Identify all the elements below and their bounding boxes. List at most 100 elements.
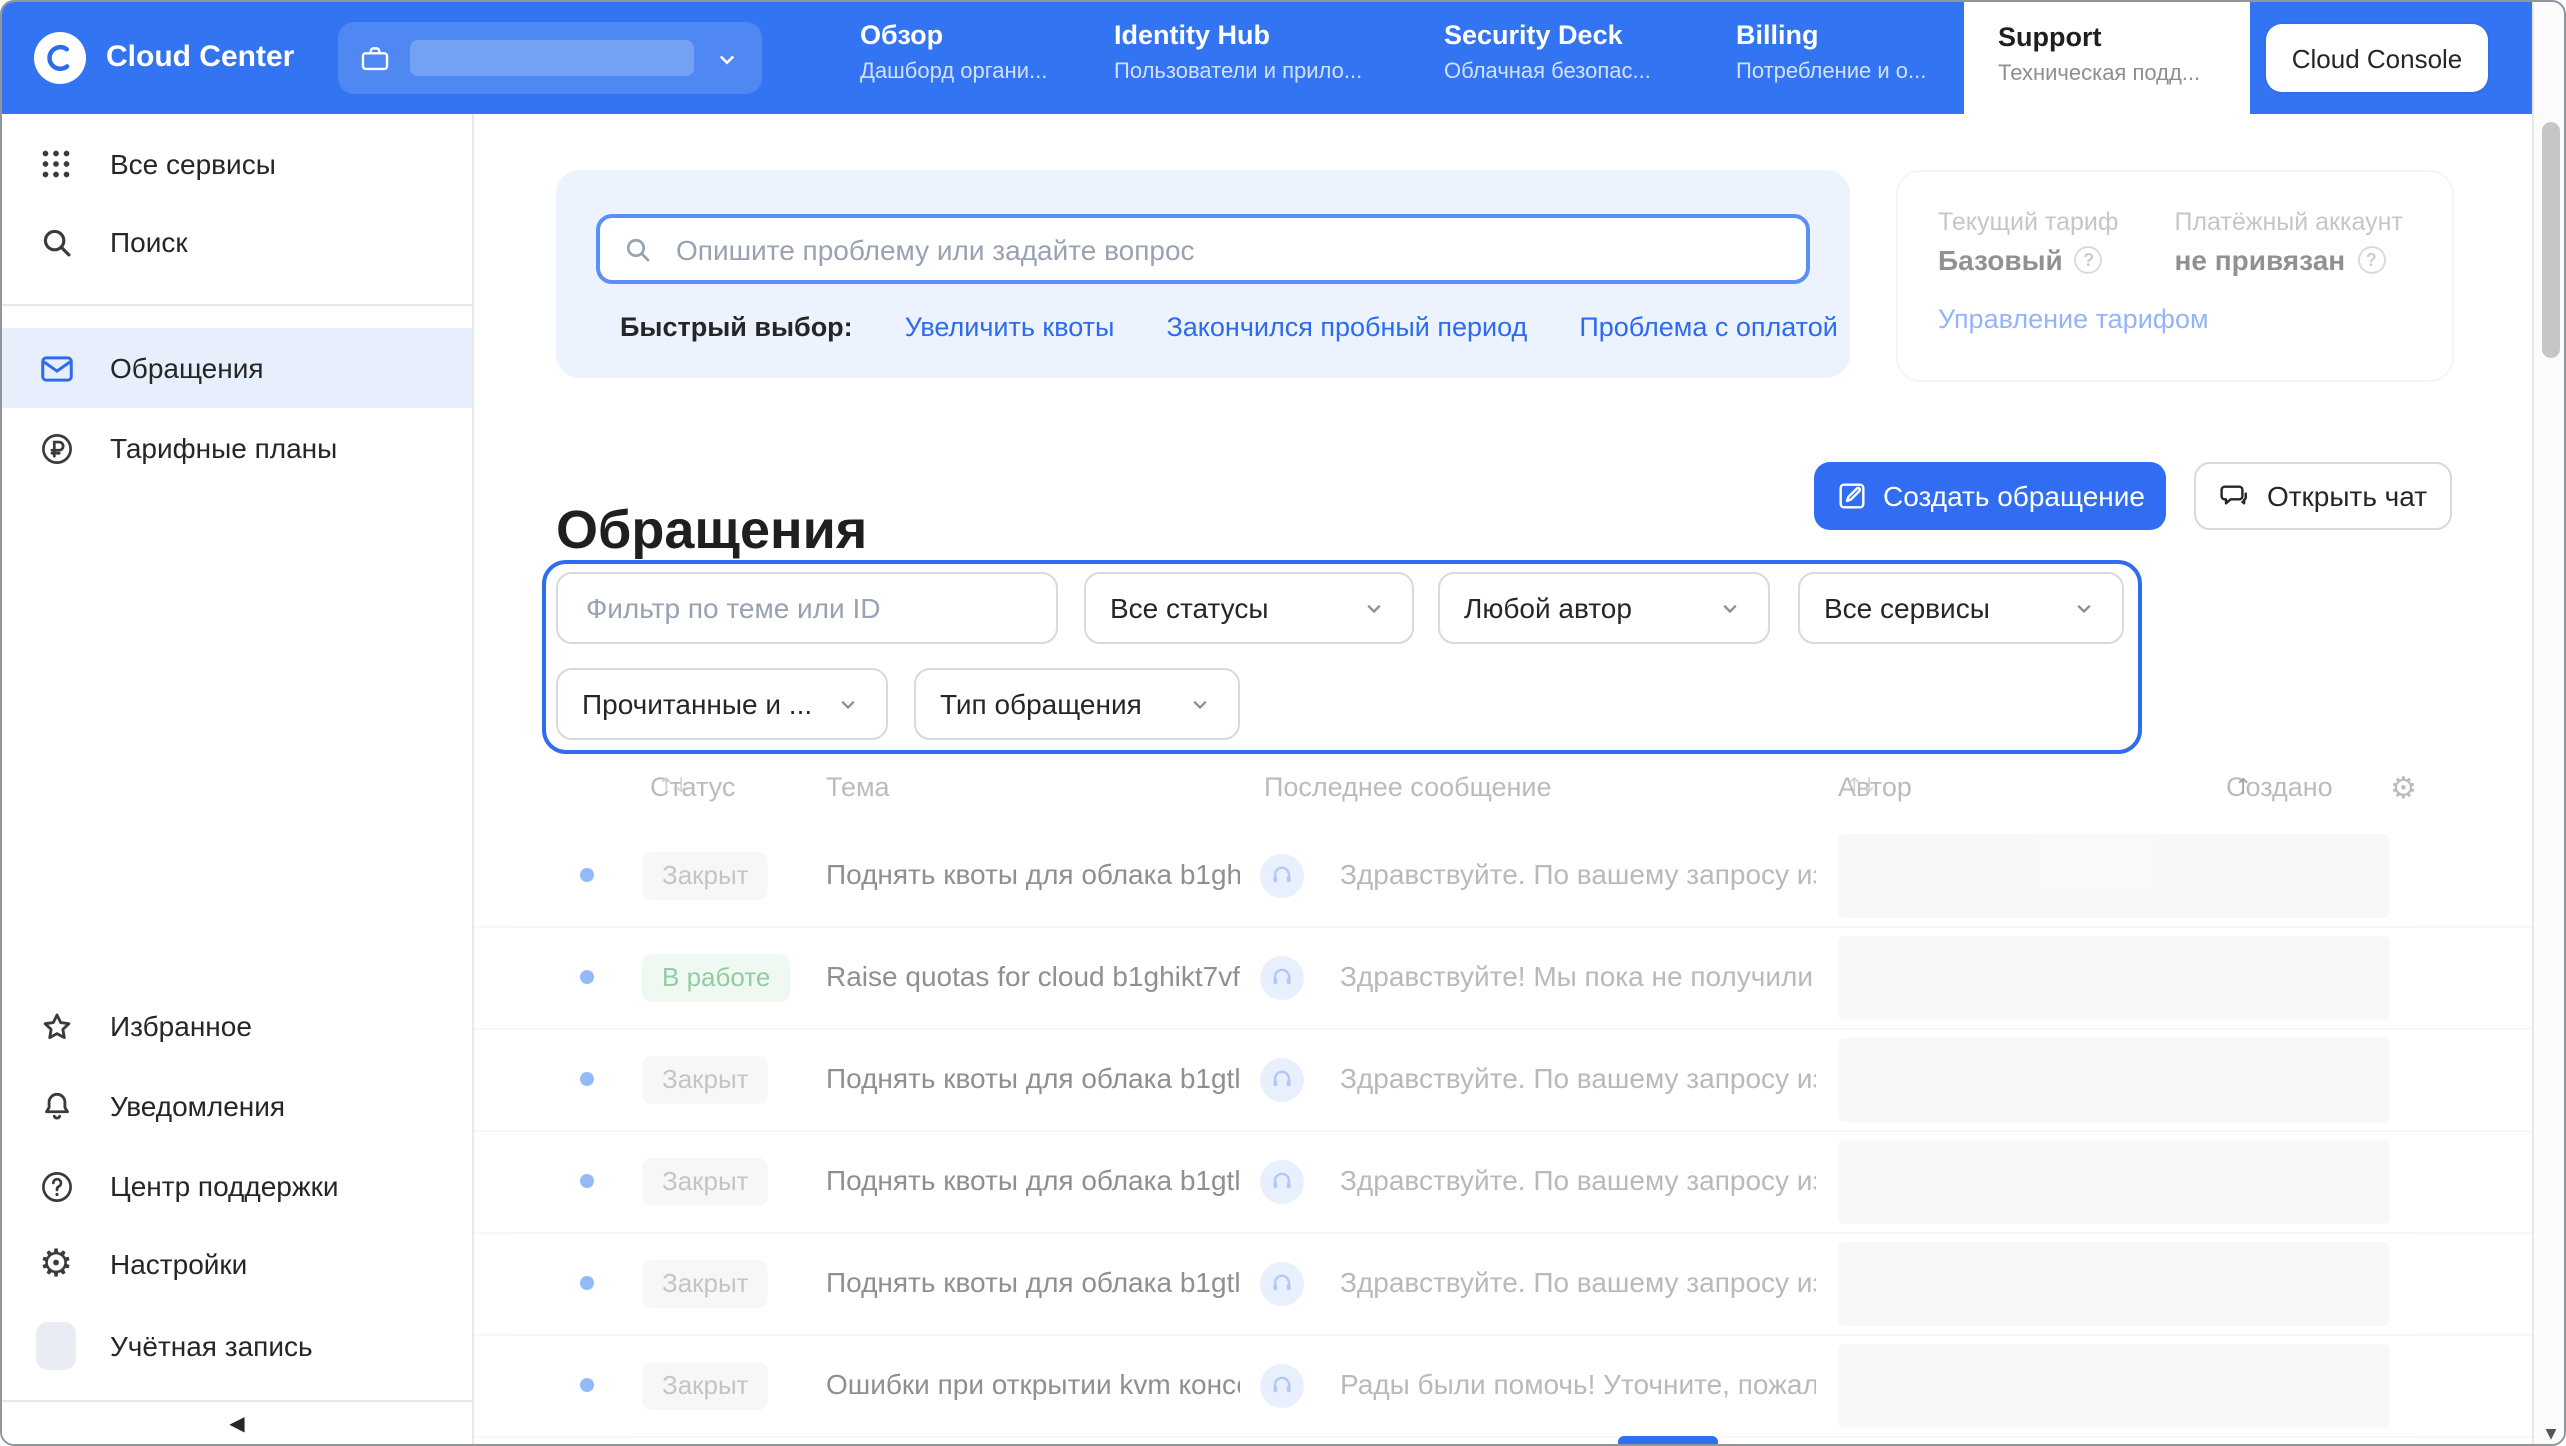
ticket-topic: Ошибки при открытии kvm консол xyxy=(826,1368,1240,1400)
support-avatar-icon xyxy=(1260,956,1304,1000)
quick-link-increase-quotas[interactable]: Увеличить квоты xyxy=(905,312,1115,342)
app-window: Cloud Center Обзор Дашборд органи... Ide… xyxy=(0,0,2566,1446)
filter-search-input[interactable] xyxy=(582,590,1032,626)
table-row[interactable]: Закрыт Поднять квоты для облака b1ghikt … xyxy=(474,826,2532,928)
sidebar-item-label: Тарифные планы xyxy=(110,432,337,464)
status-badge: Закрыт xyxy=(642,852,769,900)
unread-dot xyxy=(580,1276,594,1290)
support-search-input[interactable] xyxy=(672,231,1784,267)
support-avatar-icon xyxy=(1260,1364,1304,1408)
sidebar-item-all-services[interactable]: Все сервисы xyxy=(2,124,472,204)
unread-dot xyxy=(580,1378,594,1392)
sidebar-divider xyxy=(2,304,472,306)
chevron-down-icon xyxy=(1716,594,1744,622)
organization-name-redacted xyxy=(410,40,694,76)
ticket-topic: Поднять квоты для облака b1gtl2k xyxy=(826,1164,1240,1196)
briefcase-icon xyxy=(358,41,392,75)
manage-tariff-link[interactable]: Управление тарифом xyxy=(1938,304,2412,334)
chevron-down-icon xyxy=(1186,690,1214,718)
status-badge: Закрыт xyxy=(642,1362,769,1410)
author-created-redacted xyxy=(1838,1038,2390,1122)
sidebar-item-notifications[interactable]: Уведомления xyxy=(2,1066,472,1146)
support-avatar-icon xyxy=(1260,1262,1304,1306)
column-header-topic[interactable]: Тема xyxy=(826,750,890,826)
last-message-preview: Здравствуйте. По вашему запросу изме xyxy=(1340,1062,1816,1094)
author-created-redacted xyxy=(1838,834,2390,918)
sidebar-collapse-button[interactable]: ◀ xyxy=(2,1400,472,1446)
sidebar-item-support-center[interactable]: Центр поддержки xyxy=(2,1146,472,1226)
grid-icon xyxy=(36,144,76,184)
table-row[interactable]: Закрыт Поднять квоты для облака b1gtl2k … xyxy=(474,1030,2532,1132)
sidebar-item-search[interactable]: Поиск xyxy=(2,202,472,282)
help-question-icon[interactable]: ? xyxy=(2357,246,2385,274)
filters-panel: Все статусы Любой автор Все сервисы Проч… xyxy=(542,560,2142,754)
current-tariff-block: Текущий тариф Базовый ? xyxy=(1938,206,2118,278)
last-message-preview: Здравствуйте. По вашему запросу изме xyxy=(1340,1266,1816,1298)
current-tariff-label: Текущий тариф xyxy=(1938,206,2118,238)
filter-search-field xyxy=(556,572,1058,644)
cloud-center-logo-icon xyxy=(34,32,86,84)
sidebar-item-favorites[interactable]: Избранное xyxy=(2,986,472,1066)
table-row[interactable]: В работе Raise quotas for cloud b1ghikt7… xyxy=(474,928,2532,1030)
open-chat-button[interactable]: Открыть чат xyxy=(2194,462,2452,530)
table-row[interactable]: Закрыт Поднять квоты для облака b1gtl2k … xyxy=(474,1234,2532,1336)
last-message-preview: Здравствуйте. По вашему запросу изме xyxy=(1340,1164,1816,1196)
sidebar-item-label: Обращения xyxy=(110,352,264,384)
status-badge: В работе xyxy=(642,954,790,1002)
create-ticket-button[interactable]: Создать обращение xyxy=(1814,462,2166,530)
chat-bubble-icon xyxy=(2219,480,2251,512)
page-scrollbar[interactable]: ▼ xyxy=(2532,2,2566,1446)
table-row[interactable]: Закрыт Ошибки при открытии kvm консол Ра… xyxy=(474,1336,2532,1438)
sidebar-item-label: Центр поддержки xyxy=(110,1170,339,1202)
ticket-topic: Raise quotas for cloud b1ghikt7vfcr xyxy=(826,960,1240,992)
sidebar: Все сервисы Поиск Обращения Тарифные пла… xyxy=(2,114,474,1446)
sidebar-item-label: Уведомления xyxy=(110,1090,285,1122)
billing-account-label: Платёжный аккаунт xyxy=(2174,206,2402,238)
nav-item-security-deck[interactable]: Security Deck Облачная безопас... xyxy=(1444,20,1651,86)
quick-select-label: Быстрый выбор: xyxy=(620,312,853,342)
quick-select-row: Быстрый выбор: Увеличить квоты Закончилс… xyxy=(620,312,1838,342)
sidebar-item-settings[interactable]: ⚙ Настройки xyxy=(2,1224,472,1304)
nav-item-billing[interactable]: Billing Потребление и о... xyxy=(1736,20,1926,86)
table-settings-gear-icon[interactable]: ⚙ xyxy=(2390,750,2417,826)
sidebar-item-pricing-plans[interactable]: Тарифные планы xyxy=(2,408,472,488)
sidebar-item-account[interactable]: Учётная запись xyxy=(2,1306,472,1386)
tariff-panel: Текущий тариф Базовый ? Платёжный аккаун… xyxy=(1896,170,2454,382)
tickets-table: Статус↑↓ Тема Последнее сообщение Автор↑… xyxy=(474,750,2532,1438)
current-tariff-value: Базовый xyxy=(1938,242,2063,278)
author-created-redacted xyxy=(1838,1344,2390,1428)
chevron-down-icon xyxy=(834,690,862,718)
quick-link-trial-ended[interactable]: Закончился пробный период xyxy=(1166,312,1527,342)
organization-selector[interactable] xyxy=(338,22,762,94)
sidebar-item-label: Поиск xyxy=(110,226,188,258)
chevron-down-icon xyxy=(1360,594,1388,622)
nav-item-overview[interactable]: Обзор Дашборд органи... xyxy=(860,20,1047,86)
chat-widget-fab-partial[interactable] xyxy=(1618,1436,1718,1446)
last-message-preview: Здравствуйте. По вашему запросу изме xyxy=(1340,858,1816,890)
column-header-last-message[interactable]: Последнее сообщение xyxy=(1264,750,1552,826)
read-filter-dropdown[interactable]: Прочитанные и ... xyxy=(556,668,888,740)
author-created-redacted xyxy=(1838,1140,2390,1224)
brand-title: Cloud Center xyxy=(106,2,294,114)
search-icon xyxy=(622,233,654,265)
status-filter-dropdown[interactable]: Все статусы xyxy=(1084,572,1414,644)
table-row[interactable]: Закрыт Поднять квоты для облака b1gtl2k … xyxy=(474,1132,2532,1234)
ticket-topic: Поднять квоты для облака b1gtl2k xyxy=(826,1266,1240,1298)
chevron-down-icon xyxy=(2070,594,2098,622)
services-filter-dropdown[interactable]: Все сервисы xyxy=(1798,572,2124,644)
quick-link-payment-problem[interactable]: Проблема с оплатой xyxy=(1579,312,1838,342)
sidebar-item-tickets[interactable]: Обращения xyxy=(2,328,472,408)
scrollbar-thumb[interactable] xyxy=(2542,122,2560,358)
help-question-icon[interactable]: ? xyxy=(2075,246,2103,274)
billing-account-block: Платёжный аккаунт не привязан ? xyxy=(2174,206,2402,278)
cloud-console-button[interactable]: Cloud Console xyxy=(2266,24,2488,92)
search-icon xyxy=(36,222,76,262)
author-filter-dropdown[interactable]: Любой автор xyxy=(1438,572,1770,644)
avatar xyxy=(36,1326,76,1366)
unread-dot xyxy=(580,1072,594,1086)
nav-item-identity-hub[interactable]: Identity Hub Пользователи и прило... xyxy=(1114,20,1362,86)
nav-item-support-active[interactable]: Support Техническая подд... xyxy=(1964,2,2250,114)
type-filter-dropdown[interactable]: Тип обращения xyxy=(914,668,1240,740)
scroll-down-arrow-icon[interactable]: ▼ xyxy=(2534,1426,2566,1442)
sidebar-item-label: Избранное xyxy=(110,1010,252,1042)
